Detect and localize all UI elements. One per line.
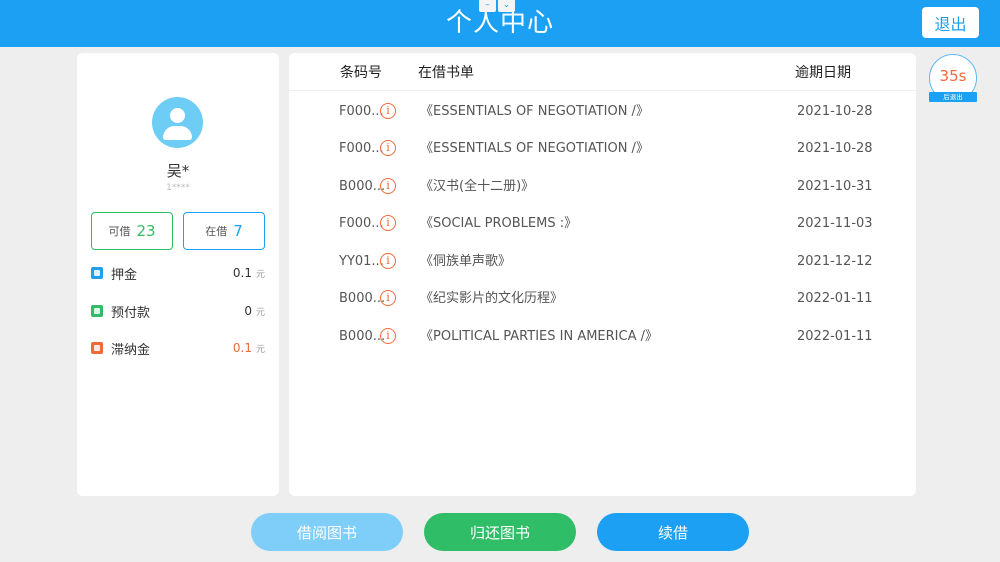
user-icon-body <box>163 126 192 140</box>
table-row[interactable]: B000... i 《POLITICAL PARTIES IN AMERICA … <box>289 318 916 355</box>
row-title: 《SOCIAL PROBLEMS :》 <box>420 216 578 231</box>
late-fee-value: 0.1 <box>232 341 252 355</box>
row-due-date: 2021-11-03 <box>797 216 873 231</box>
header-barcode: 条码号 <box>340 65 382 81</box>
row-barcode: B000... <box>339 329 386 344</box>
row-title: 《侗族单声歌》 <box>420 254 512 269</box>
deposit-icon <box>91 267 103 279</box>
row-barcode: F000... <box>339 141 384 156</box>
late-fee-row: 滞纳金 0.1 元 <box>91 339 265 358</box>
header-due-date: 逾期日期 <box>795 65 851 81</box>
info-icon[interactable]: i <box>380 328 396 344</box>
row-title: 《纪实影片的文化历程》 <box>420 291 564 306</box>
deposit-unit: 元 <box>255 269 265 280</box>
timer-label: 后退出 <box>929 92 977 102</box>
borrowed-books-panel: 条码号 在借书单 逾期日期 F000... i 《ESSENTIALS OF N… <box>289 53 916 496</box>
logout-button[interactable]: 退出 <box>922 7 979 38</box>
available-label: 可借 <box>108 225 131 238</box>
prepayment-value: 0 <box>244 304 252 318</box>
prepayment-icon <box>91 305 103 317</box>
table-row[interactable]: B000... i 《汉书(全十二册)》 2021-10-31 <box>289 168 916 205</box>
minimize-icon[interactable]: – <box>479 0 496 12</box>
deposit-label: 押金 <box>111 267 138 283</box>
return-books-button[interactable]: 归还图书 <box>424 513 576 551</box>
info-icon[interactable]: i <box>380 140 396 156</box>
row-due-date: 2022-01-11 <box>797 291 873 306</box>
top-bar: 个人中心 – ⌄ 退出 <box>0 0 1000 47</box>
info-icon[interactable]: i <box>380 178 396 194</box>
late-fee-icon <box>91 342 103 354</box>
row-due-date: 2021-10-31 <box>797 179 873 194</box>
borrowed-label: 在借 <box>205 225 228 238</box>
table-row[interactable]: F000... i 《ESSENTIALS OF NEGOTIATION /》 … <box>289 93 916 130</box>
deposit-row: 押金 0.1 元 <box>91 264 265 283</box>
row-title: 《POLITICAL PARTIES IN AMERICA /》 <box>420 329 658 344</box>
row-due-date: 2021-12-12 <box>797 254 873 269</box>
borrow-books-button[interactable]: 借阅图书 <box>251 513 403 551</box>
borrowed-count-box: 在借 7 <box>183 212 265 250</box>
available-count-box: 可借 23 <box>91 212 173 250</box>
prepayment-label: 预付款 <box>111 305 151 321</box>
window-controls: – ⌄ <box>479 0 515 12</box>
table-row[interactable]: F000... i 《ESSENTIALS OF NEGOTIATION /》 … <box>289 130 916 167</box>
row-barcode: YY01... <box>339 254 384 269</box>
table-row[interactable]: B000... i 《纪实影片的文化历程》 2022-01-11 <box>289 280 916 317</box>
row-barcode: F000... <box>339 104 384 119</box>
info-icon[interactable]: i <box>380 103 396 119</box>
timer-value: 35s <box>939 67 967 85</box>
row-title: 《ESSENTIALS OF NEGOTIATION /》 <box>420 104 649 119</box>
info-icon[interactable]: i <box>380 290 396 306</box>
user-id: 1**** <box>166 183 190 193</box>
late-fee-unit: 元 <box>255 344 265 355</box>
prepayment-row: 预付款 0 元 <box>91 302 265 321</box>
user-panel: 吴* 1**** 可借 23 在借 7 押金 0.1 元 预付款 0 元 滞纳金… <box>77 53 279 496</box>
row-title: 《汉书(全十二册)》 <box>420 179 535 194</box>
late-fee-label: 滞纳金 <box>111 342 151 358</box>
borrowed-value: 7 <box>233 222 243 240</box>
table-header: 条码号 在借书单 逾期日期 <box>289 53 916 91</box>
avatar <box>152 97 203 148</box>
table-row[interactable]: F000... i 《SOCIAL PROBLEMS :》 2021-11-03 <box>289 205 916 242</box>
row-barcode: B000... <box>339 179 386 194</box>
row-barcode: F000... <box>339 216 384 231</box>
user-icon-head <box>170 108 185 123</box>
info-icon[interactable]: i <box>380 253 396 269</box>
available-value: 23 <box>136 222 156 240</box>
chevron-down-icon[interactable]: ⌄ <box>498 0 515 12</box>
row-due-date: 2021-10-28 <box>797 104 873 119</box>
renew-button[interactable]: 续借 <box>597 513 749 551</box>
row-due-date: 2021-10-28 <box>797 141 873 156</box>
row-due-date: 2022-01-11 <box>797 329 873 344</box>
header-title: 在借书单 <box>418 65 474 81</box>
row-title: 《ESSENTIALS OF NEGOTIATION /》 <box>420 141 649 156</box>
deposit-value: 0.1 <box>232 266 252 280</box>
user-name: 吴* <box>166 162 190 180</box>
prepayment-unit: 元 <box>255 307 265 318</box>
table-row[interactable]: YY01... i 《侗族单声歌》 2021-12-12 <box>289 243 916 280</box>
row-barcode: B000... <box>339 291 386 306</box>
info-icon[interactable]: i <box>380 215 396 231</box>
